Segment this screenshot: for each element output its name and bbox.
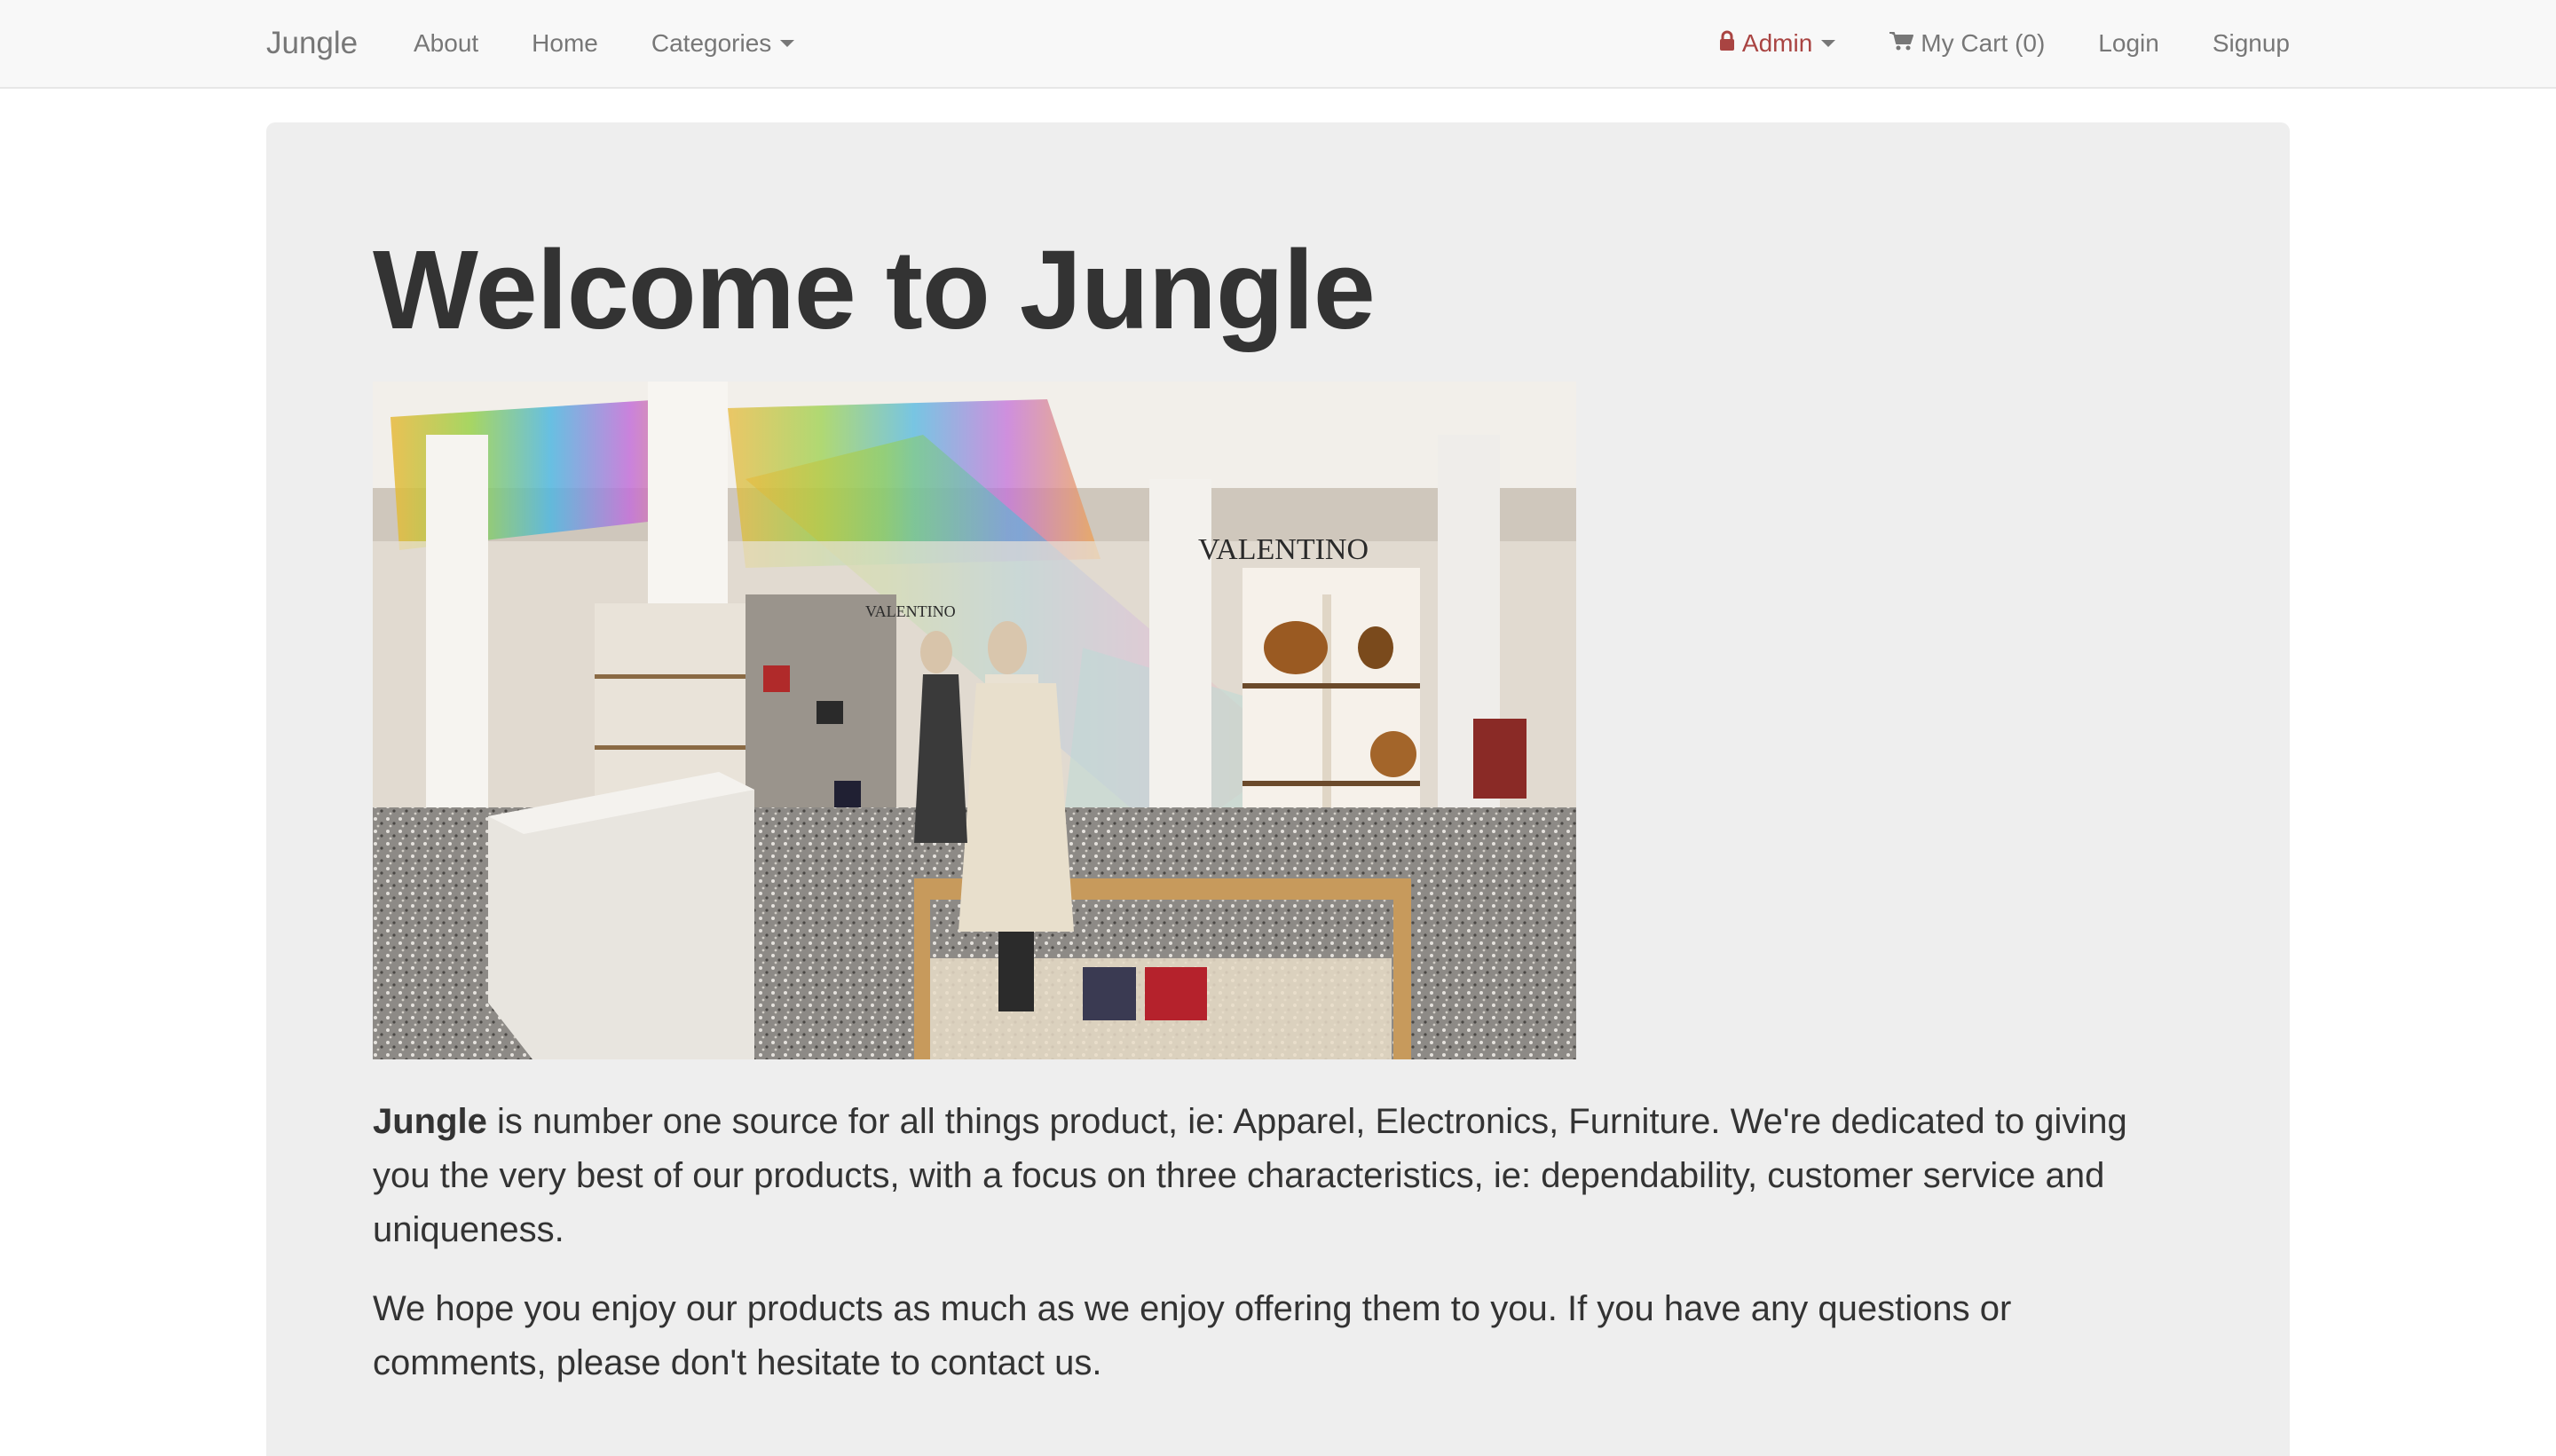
page-title: Welcome to Jungle <box>373 227 1376 352</box>
nav-home-link[interactable]: Home <box>505 0 625 87</box>
contact-paragraph: We hope you enjoy our products as much a… <box>373 1289 2012 1382</box>
welcome-jumbotron: Welcome to Jungle VALENTINO VALENTINO Ju… <box>266 122 2290 1456</box>
lock-icon <box>1719 29 1735 58</box>
valentino-sign-left: VALENTINO <box>865 602 956 620</box>
nav-left-group: About Home Categories <box>414 0 821 87</box>
categories-label: Categories <box>651 29 772 57</box>
caret-down-icon <box>1821 40 1836 47</box>
top-navbar: Jungle About Home Categories Admin My Ca… <box>0 0 2556 89</box>
nav-right-group: Admin My Cart (0) Login Signup <box>1692 0 2290 87</box>
jumbotron-content: Welcome to Jungle VALENTINO VALENTINO Ju… <box>373 227 2192 1390</box>
admin-label: Admin <box>1741 29 1813 57</box>
signup-link[interactable]: Signup <box>2186 0 2290 87</box>
shopping-cart-icon <box>1889 29 1914 58</box>
valentino-sign-right: VALENTINO <box>1198 533 1369 566</box>
nav-about-link[interactable]: About <box>414 0 505 87</box>
cart-label: My Cart (0) <box>1921 29 2046 57</box>
brand-link[interactable]: Jungle <box>266 0 358 87</box>
login-link[interactable]: Login <box>2071 0 2186 87</box>
store-interior-image: VALENTINO VALENTINO <box>373 382 1576 1059</box>
nav-categories-dropdown[interactable]: Categories <box>625 0 821 87</box>
intro-paragraph: Jungle is number one source for all thin… <box>373 1095 2192 1257</box>
cart-link[interactable]: My Cart (0) <box>1862 0 2071 87</box>
intro-paragraph-text: is number one source for all things prod… <box>373 1102 2127 1249</box>
navbar-container: Jungle About Home Categories Admin My Ca… <box>266 0 2290 87</box>
intro-brand-name: Jungle <box>373 1102 487 1141</box>
admin-dropdown[interactable]: Admin <box>1692 0 1862 87</box>
caret-down-icon <box>780 40 795 47</box>
